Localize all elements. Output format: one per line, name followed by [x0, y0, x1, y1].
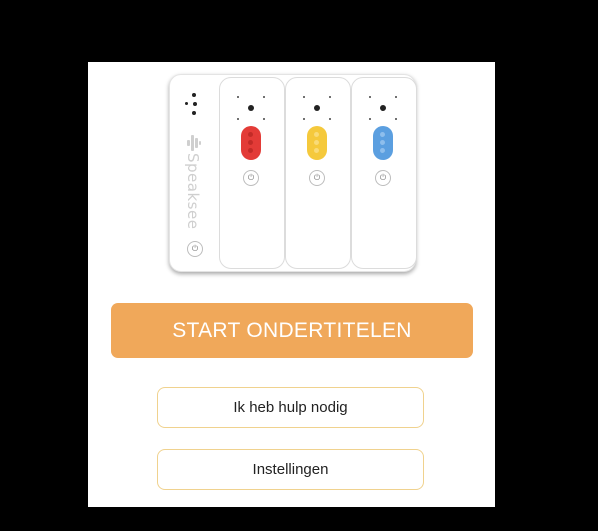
microphone-red: ⏻: [219, 77, 285, 269]
mic-indicator-blue: [373, 126, 393, 160]
microphone-blue: ⏻: [351, 77, 417, 269]
hub-light: [192, 111, 196, 115]
speaksee-device-illustration: Speaksee ⏻ ⏻ ⏻ ⏻: [169, 74, 417, 272]
mic-indicator-yellow: [307, 126, 327, 160]
mic-indicator-red: [241, 126, 261, 160]
speaksee-logo-icon: [187, 135, 201, 151]
start-subtitles-button[interactable]: START ONDERTITELEN: [111, 303, 473, 358]
brand-wordmark: Speaksee: [184, 153, 202, 230]
hub-light: [185, 102, 188, 105]
power-icon: ⏻: [187, 241, 203, 257]
power-icon: ⏻: [243, 170, 259, 186]
need-help-button[interactable]: Ik heb hulp nodig: [157, 387, 424, 428]
hub-light: [193, 102, 197, 106]
hub-light: [192, 93, 196, 97]
receiver-hub: Speaksee ⏻: [170, 75, 218, 271]
power-icon: ⏻: [375, 170, 391, 186]
microphone-yellow: ⏻: [285, 77, 351, 269]
main-panel: Speaksee ⏻ ⏻ ⏻ ⏻ START ONDERTITELEN Ik h…: [88, 62, 495, 507]
settings-button[interactable]: Instellingen: [157, 449, 424, 490]
power-icon: ⏻: [309, 170, 325, 186]
